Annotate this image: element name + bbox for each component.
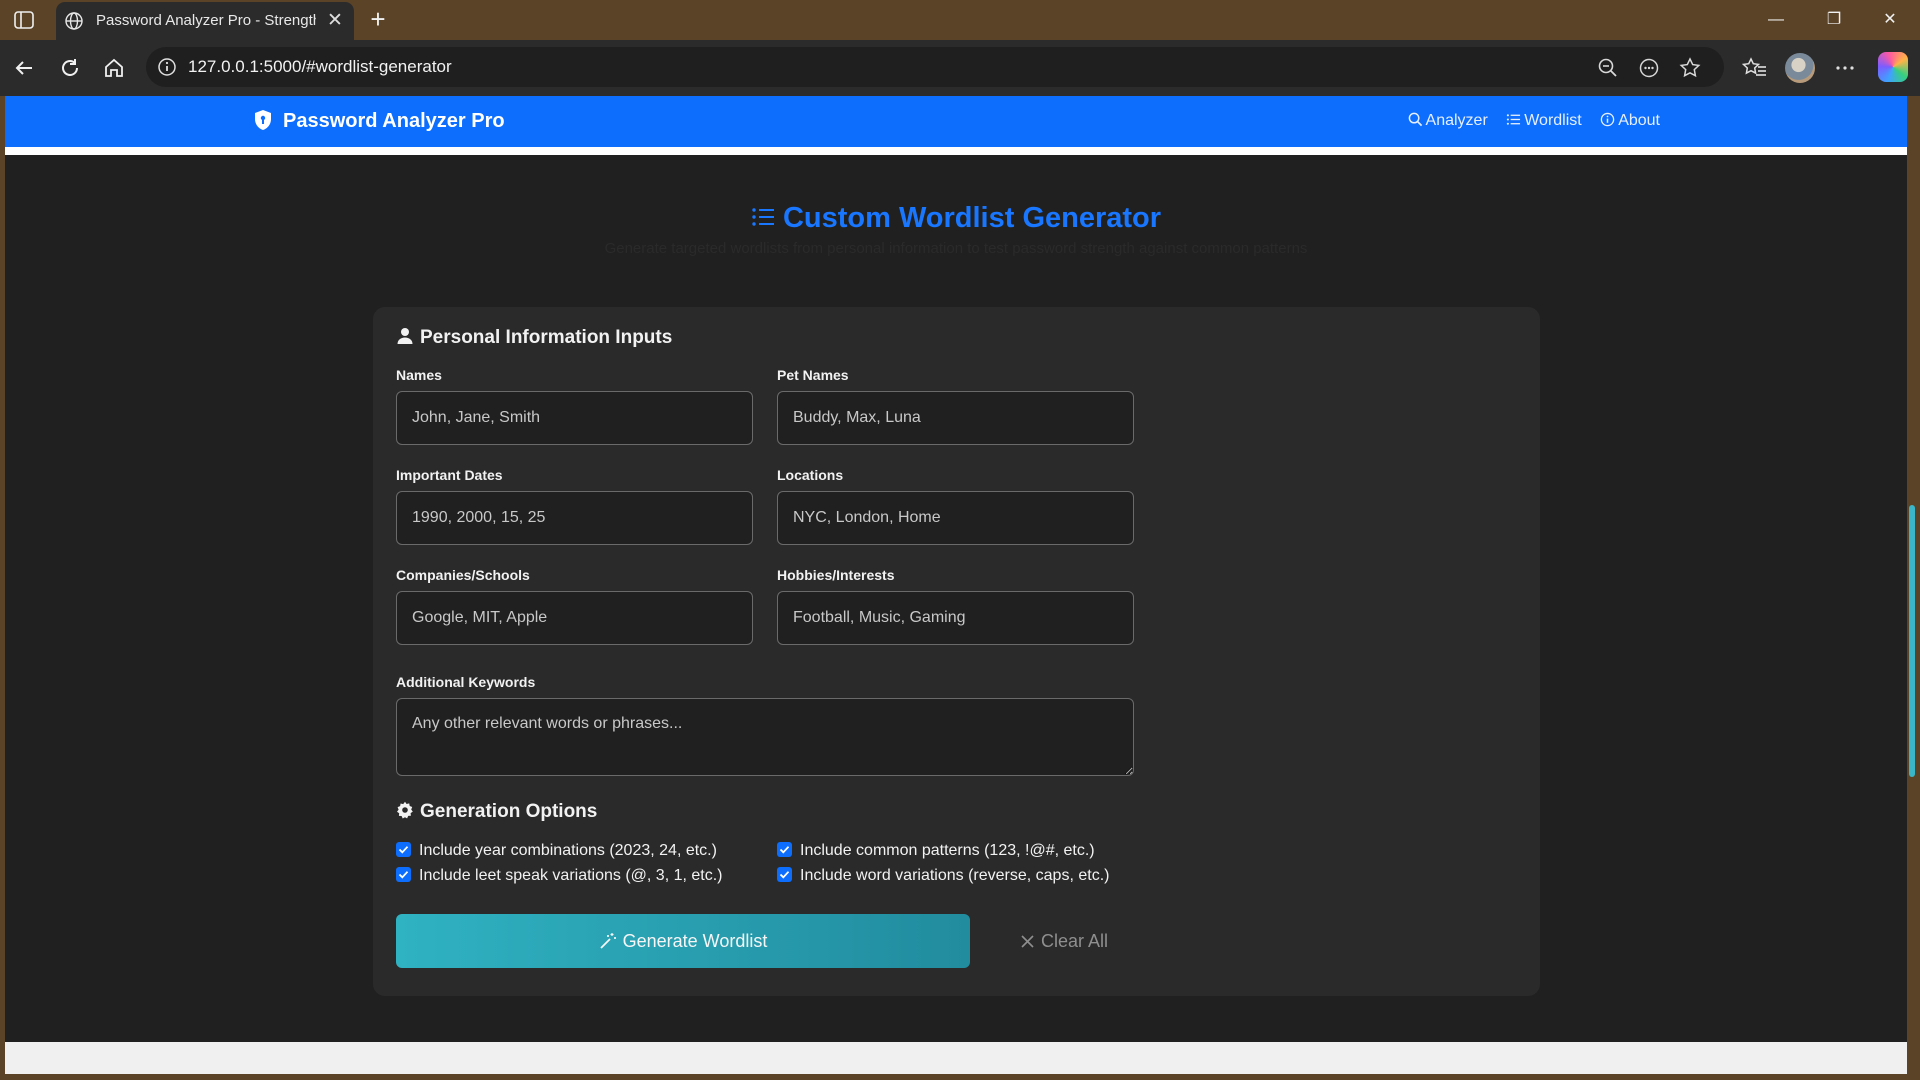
shield-icon	[253, 109, 273, 131]
copilot-icon[interactable]	[1878, 52, 1908, 82]
info-icon	[1600, 112, 1615, 127]
more-options-icon[interactable]	[1831, 54, 1859, 82]
brand-name: Password Analyzer Pro	[283, 110, 505, 132]
new-tab-button[interactable]: +	[364, 6, 392, 34]
important-dates-label: Important Dates	[396, 467, 503, 483]
year-combinations-checkbox[interactable]	[396, 842, 411, 857]
locations-input[interactable]	[777, 491, 1134, 545]
page-viewport: Password Analyzer Pro Analyzer Wordlist …	[5, 96, 1907, 1074]
generate-wordlist-label: Generate Wordlist	[622, 930, 768, 951]
nav-about[interactable]: About	[1600, 110, 1660, 132]
close-window-button[interactable]: ✕	[1868, 6, 1912, 34]
zoom-out-icon[interactable]	[1596, 56, 1620, 80]
leet-speak-label: Include leet speak variations (@, 3, 1, …	[419, 867, 723, 884]
header-divider	[5, 147, 1907, 155]
generate-wordlist-button[interactable]: Generate Wordlist	[396, 914, 970, 968]
browser-tab-bar: Password Analyzer Pro - Strength ✕ + — ❐…	[0, 0, 1920, 40]
names-label: Names	[396, 367, 442, 383]
important-dates-input[interactable]	[396, 491, 753, 545]
home-icon[interactable]	[100, 54, 128, 82]
close-icon	[1020, 933, 1035, 948]
nav-links: Analyzer Wordlist About	[1394, 110, 1660, 132]
pet-names-label: Pet Names	[777, 367, 849, 383]
nav-analyzer[interactable]: Analyzer	[1408, 110, 1488, 132]
page-title: Custom Wordlist Generator	[5, 202, 1907, 235]
pet-names-input[interactable]	[777, 391, 1134, 445]
user-icon	[396, 327, 414, 345]
option-word-variations[interactable]: Include word variations (reverse, caps, …	[777, 866, 1109, 886]
browser-tab-active[interactable]: Password Analyzer Pro - Strength ✕	[56, 2, 354, 40]
page-scrollbar[interactable]	[1909, 505, 1915, 777]
nav-about-label: About	[1618, 112, 1660, 129]
leet-speak-checkbox[interactable]	[396, 867, 411, 882]
app-navbar: Password Analyzer Pro Analyzer Wordlist …	[5, 96, 1907, 147]
globe-icon	[64, 11, 84, 31]
favorites-list-icon[interactable]	[1741, 54, 1769, 82]
nav-wordlist[interactable]: Wordlist	[1506, 110, 1582, 132]
magic-wand-icon	[599, 932, 617, 950]
back-arrow-icon[interactable]	[10, 54, 38, 82]
search-icon	[1408, 112, 1423, 127]
browser-toolbar: 127.0.0.1:5000/#wordlist-generator	[0, 40, 1920, 96]
close-tab-icon[interactable]: ✕	[324, 10, 346, 32]
word-variations-label: Include word variations (reverse, caps, …	[800, 867, 1110, 884]
page-subtitle: Generate targeted wordlists from persona…	[604, 240, 1308, 257]
page-title-text: Custom Wordlist Generator	[782, 202, 1162, 234]
clear-all-label: Clear All	[1040, 930, 1109, 951]
companies-schools-label: Companies/Schools	[396, 567, 530, 583]
locations-label: Locations	[777, 467, 844, 483]
word-variations-checkbox[interactable]	[777, 867, 792, 882]
option-common-patterns[interactable]: Include common patterns (123, !@#, etc.)	[777, 841, 1095, 861]
common-patterns-checkbox[interactable]	[777, 842, 792, 857]
list-icon	[751, 203, 775, 226]
hobbies-interests-input[interactable]	[777, 591, 1134, 645]
profile-avatar[interactable]	[1785, 53, 1815, 83]
minimize-button[interactable]: —	[1754, 6, 1798, 34]
generation-options-heading: Generation Options	[396, 801, 597, 823]
url-text[interactable]: 127.0.0.1:5000/#wordlist-generator	[188, 57, 452, 77]
additional-keywords-textarea[interactable]	[396, 698, 1134, 776]
reading-mode-icon[interactable]	[1637, 56, 1661, 80]
clear-all-button[interactable]: Clear All	[999, 914, 1129, 968]
common-patterns-label: Include common patterns (123, !@#, etc.)	[800, 842, 1095, 859]
nav-analyzer-label: Analyzer	[1425, 112, 1488, 129]
favorite-star-icon[interactable]	[1678, 56, 1702, 80]
site-info-icon[interactable]	[156, 56, 178, 78]
names-input[interactable]	[396, 391, 753, 445]
personal-info-heading: Personal Information Inputs	[396, 327, 672, 349]
wordlist-form-card: Personal Information Inputs Names Pet Na…	[373, 307, 1540, 996]
generation-options-heading-text: Generation Options	[420, 801, 598, 822]
personal-info-heading-text: Personal Information Inputs	[420, 327, 673, 348]
address-bar[interactable]: 127.0.0.1:5000/#wordlist-generator	[146, 47, 1724, 87]
tab-title: Password Analyzer Pro - Strength	[96, 12, 316, 29]
reload-icon[interactable]	[56, 54, 84, 82]
gear-icon	[396, 801, 414, 819]
brand-link[interactable]: Password Analyzer Pro	[253, 107, 505, 135]
nav-wordlist-label: Wordlist	[1524, 112, 1582, 129]
restore-button[interactable]: ❐	[1812, 6, 1856, 34]
hobbies-interests-label: Hobbies/Interests	[777, 567, 895, 583]
year-combinations-label: Include year combinations (2023, 24, etc…	[419, 842, 717, 859]
option-year-combinations[interactable]: Include year combinations (2023, 24, etc…	[396, 841, 717, 861]
list-icon	[1506, 112, 1521, 127]
tab-actions-icon[interactable]	[12, 9, 36, 31]
footer-strip	[5, 1042, 1907, 1074]
additional-keywords-label: Additional Keywords	[396, 674, 536, 690]
option-leet-speak[interactable]: Include leet speak variations (@, 3, 1, …	[396, 866, 723, 886]
companies-schools-input[interactable]	[396, 591, 753, 645]
